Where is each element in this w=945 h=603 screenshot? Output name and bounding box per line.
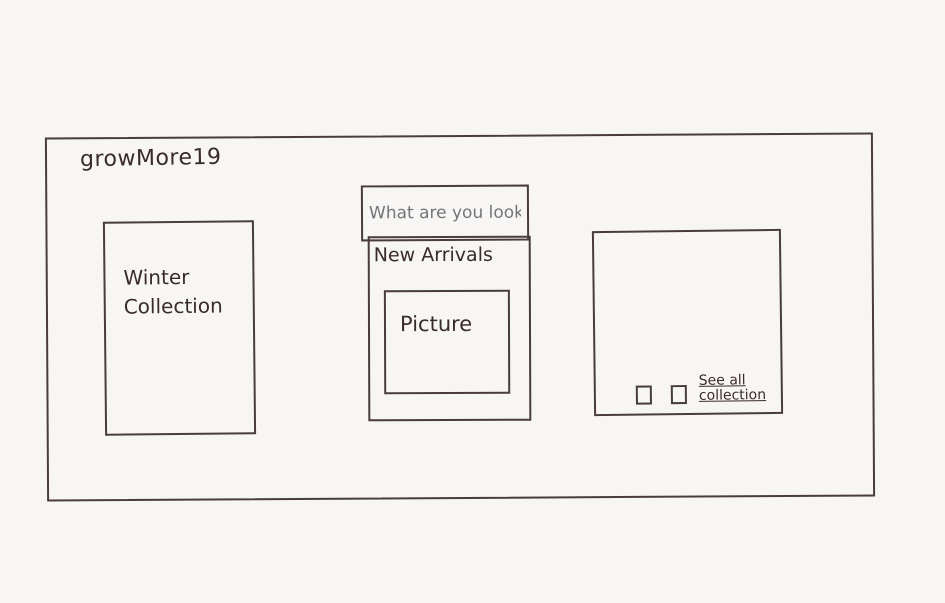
winter-collection-card[interactable]: Winter Collection xyxy=(102,220,257,436)
collection-card[interactable]: See all collection xyxy=(591,228,784,417)
new-arrivals-title: New Arrivals xyxy=(373,243,493,267)
new-arrivals-card[interactable]: New Arrivals Picture xyxy=(367,235,532,422)
carousel-dot-1[interactable] xyxy=(635,385,652,405)
product-picture[interactable]: Picture xyxy=(383,289,511,395)
search-input[interactable] xyxy=(360,184,530,242)
winter-collection-label: Winter Collection xyxy=(123,264,223,319)
brand-logo[interactable]: growMore19 xyxy=(80,145,222,172)
picture-label: Picture xyxy=(399,311,473,337)
see-all-collection-link[interactable]: See all collection xyxy=(699,372,779,404)
carousel-dot-2[interactable] xyxy=(670,385,687,405)
